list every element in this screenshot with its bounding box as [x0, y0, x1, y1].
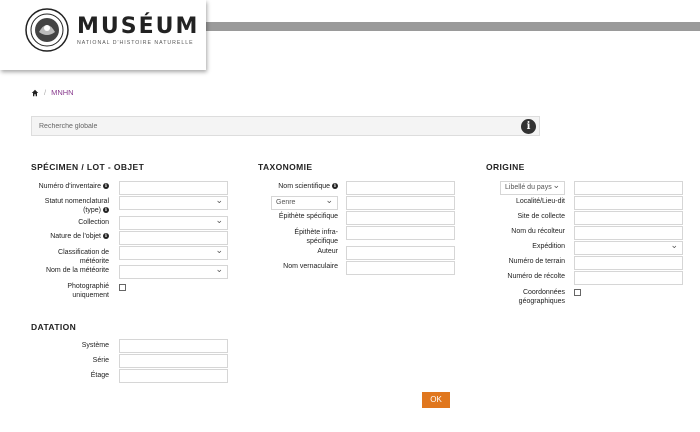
genre-select[interactable]: Genre [271, 194, 338, 210]
label-systeme: Système [81, 342, 109, 349]
section-title-datation: DATATION [31, 322, 77, 332]
section-title-specimen: SPÉCIMEN / LOT - OBJET [31, 162, 145, 172]
museum-seal-icon [25, 8, 69, 52]
systeme-input[interactable] [119, 339, 228, 353]
ok-button[interactable]: OK [422, 392, 450, 408]
info-icon[interactable]: i [103, 183, 109, 189]
breadcrumb-current[interactable]: MNHN [51, 88, 74, 97]
auteur-input[interactable] [346, 246, 455, 260]
serie-input[interactable] [119, 354, 228, 368]
collection-select[interactable] [119, 214, 228, 230]
breadcrumb-separator: / [44, 88, 47, 97]
label-nom-recolteur: Nom du récolteur [511, 228, 565, 235]
label-coordonnees: Coordonnées géographiques [518, 289, 565, 305]
label-nature-objet: Nature de l'objet i [20, 232, 109, 241]
label-classification-meteorite: Classification de météorite [58, 249, 109, 265]
expedition-select[interactable] [574, 239, 683, 255]
label-auteur: Auteur [317, 248, 338, 255]
brand-name: MUSÉUM [77, 14, 200, 39]
label-statut-nomenclatural: Statut nomenclatural (type) i [44, 198, 109, 214]
classification-meteorite-select[interactable] [119, 244, 228, 260]
label-numero-terrain: Numéro de terrain [508, 258, 565, 265]
label-epithete-infraspecifique: Épithète infra-spécifique [294, 229, 338, 245]
search-input[interactable] [32, 117, 512, 135]
label-nom-meteorite: Nom de la météorite [45, 267, 109, 274]
genre-input[interactable] [346, 196, 455, 210]
statut-nomenclatural-select[interactable] [119, 194, 228, 210]
nom-meteorite-select[interactable] [119, 263, 228, 279]
brand-subtitle: NATIONAL D'HISTOIRE NATURELLE [77, 40, 194, 46]
section-title-origine: ORIGINE [486, 162, 525, 172]
epithete-infraspecifique-input[interactable] [346, 226, 455, 240]
label-nom-vernaculaire: Nom vernaculaire [283, 263, 338, 270]
info-icon[interactable]: i [332, 183, 338, 189]
pays-select[interactable]: Libellé du pays [500, 179, 565, 195]
info-icon[interactable]: i [103, 233, 109, 239]
label-expedition: Expédition [532, 243, 565, 250]
nom-scientifique-input[interactable] [346, 181, 455, 195]
nature-objet-input[interactable] [119, 231, 228, 245]
label-collection: Collection [78, 219, 109, 226]
info-icon[interactable]: i [103, 207, 109, 213]
home-icon[interactable] [31, 89, 39, 97]
epithete-specifique-input[interactable] [346, 211, 455, 225]
label-localite: Localité/Lieu-dit [515, 198, 565, 205]
numero-inventaire-input[interactable] [119, 181, 228, 195]
etage-input[interactable] [119, 369, 228, 383]
numero-recolte-input[interactable] [574, 271, 683, 285]
label-nom-scientifique: Nom scientifique i [250, 182, 338, 191]
label-numero-recolte: Numéro de récolte [507, 273, 565, 280]
site-logo[interactable]: MUSÉUM NATIONAL D'HISTOIRE NATURELLE [0, 0, 206, 70]
global-search: i [31, 116, 540, 136]
section-title-taxonomie: TAXONOMIE [258, 162, 313, 172]
localite-input[interactable] [574, 196, 683, 210]
label-photographie: Photographié uniquement [67, 283, 109, 299]
label-etage: Étage [90, 372, 109, 379]
pays-input[interactable] [574, 181, 683, 195]
label-epithete-specifique: Épithète spécifique [278, 213, 338, 220]
breadcrumb: / MNHN [31, 88, 74, 97]
nom-recolteur-input[interactable] [574, 226, 683, 240]
coordonnees-checkbox[interactable] [574, 289, 581, 296]
label-serie: Série [92, 357, 109, 364]
numero-terrain-input[interactable] [574, 256, 683, 270]
photographie-checkbox[interactable] [119, 284, 126, 291]
label-site-collecte: Site de collecte [517, 213, 565, 220]
nom-vernaculaire-input[interactable] [346, 261, 455, 275]
label-numero-inventaire: Numéro d'inventaire i [20, 182, 109, 191]
top-bar [206, 22, 700, 31]
info-icon[interactable]: i [521, 119, 536, 134]
site-collecte-input[interactable] [574, 211, 683, 225]
